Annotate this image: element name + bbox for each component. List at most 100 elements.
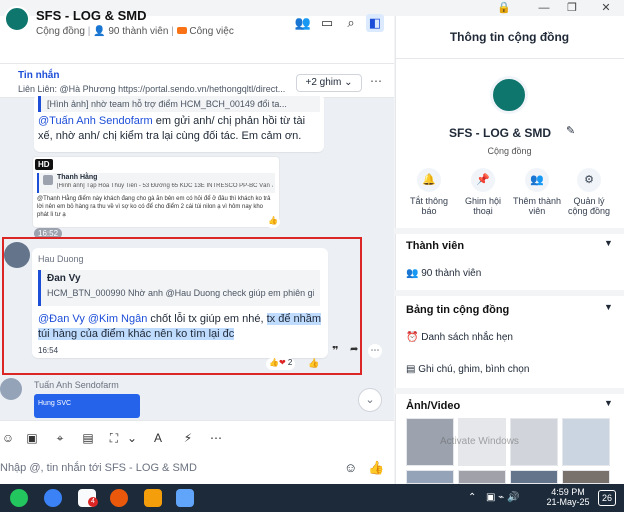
chevron-down-icon[interactable]: ⌄ xyxy=(124,430,140,446)
chevron-down-icon[interactable]: ▼ xyxy=(604,398,613,408)
reaction-count: 2 xyxy=(287,358,293,367)
add-member-icon: 👥 xyxy=(525,168,549,192)
clock-icon: ⏰ xyxy=(406,332,419,343)
like-icon[interactable]: 👍 xyxy=(266,216,280,228)
chat-subtitle: Cộng đồng | 👤 90 thành viên | Công việc xyxy=(36,26,234,37)
quote-reply-icon[interactable]: ❞ xyxy=(332,344,346,358)
media-thumbnail[interactable] xyxy=(458,470,506,484)
image-quote: Thanh Hằng [Hình ảnh] Tạp Hóa Thùy Tiên … xyxy=(37,173,275,193)
tray-chevron-icon[interactable]: ⌃ xyxy=(468,492,476,503)
members-link[interactable]: 👥 90 thành viên xyxy=(406,268,481,279)
preview-text: Hung SVC xyxy=(38,400,72,407)
community-avatar[interactable] xyxy=(490,76,528,114)
attachment-icon[interactable]: ⌖ xyxy=(52,430,68,446)
quoted-message[interactable]: Đan Vy HCM_BTN_000990 Nhờ anh @Hau Duong… xyxy=(38,270,320,306)
mute-notifications-button[interactable]: 🔔 Tắt thông báo xyxy=(404,168,454,216)
scroll-down-button[interactable]: ⌄ xyxy=(358,388,382,412)
lock-icon[interactable]: 🔒 xyxy=(490,0,518,16)
activation-watermark: Activate Windows xyxy=(440,436,519,447)
chevron-down-icon[interactable]: ▼ xyxy=(604,302,613,312)
quote-thumbnail xyxy=(43,175,53,185)
screenshot-icon[interactable]: ⛶ xyxy=(106,430,122,446)
quick-message-icon[interactable]: ⚡ xyxy=(180,430,196,446)
app-icon[interactable] xyxy=(144,489,162,507)
mention[interactable]: @Đan Vy @Kim Ngân xyxy=(38,313,147,325)
sender-avatar[interactable] xyxy=(0,378,22,400)
date: 21-May-25 xyxy=(546,497,590,507)
image-icon[interactable]: ▣ xyxy=(24,430,40,446)
chevron-down-icon: ⌄ xyxy=(344,77,353,88)
board-section-title[interactable]: Bảng tin cộng đồng xyxy=(406,304,509,316)
note-icon: ▤ xyxy=(406,364,416,375)
community-name: SFS - LOG & SMD xyxy=(449,126,551,140)
more-options-icon[interactable]: ⋯ xyxy=(370,74,382,88)
clock[interactable]: 4:59 PM 21-May-25 xyxy=(546,487,590,507)
pin-button-label: +2 ghim xyxy=(305,77,342,88)
work-label[interactable]: Công việc xyxy=(189,26,233,37)
like-icon: 👍 xyxy=(269,358,279,367)
search-icon[interactable]: ⌕ xyxy=(342,14,360,32)
media-thumbnail[interactable] xyxy=(406,470,454,484)
share-icon[interactable]: ➦ xyxy=(350,344,364,358)
media-thumbnail[interactable] xyxy=(562,418,610,466)
minimize-button[interactable]: — xyxy=(530,0,558,16)
quote-author: Đan Vy xyxy=(47,273,81,284)
app-icon[interactable] xyxy=(176,489,194,507)
app-icon[interactable] xyxy=(110,489,128,507)
members-count[interactable]: 90 thành viên xyxy=(108,26,168,37)
more-pins-button[interactable]: +2 ghim ⌄ xyxy=(296,74,362,92)
chrome-icon[interactable] xyxy=(10,489,28,507)
video-call-icon[interactable]: ▭ xyxy=(318,14,336,32)
tray-icons[interactable]: ▣ ⌁ 🔊 xyxy=(486,492,519,503)
add-member-icon[interactable]: 👥 xyxy=(294,14,312,32)
reminders-link[interactable]: ⏰ Danh sách nhắc hẹn xyxy=(406,332,513,343)
group-avatar[interactable] xyxy=(4,6,30,32)
quote-name: Thanh Hằng xyxy=(57,174,98,181)
restore-button[interactable]: ❐ xyxy=(558,0,586,16)
chevron-down-icon[interactable]: ▼ xyxy=(604,238,613,248)
media-section-title[interactable]: Ảnh/Video xyxy=(406,400,460,412)
notification-center[interactable]: 26 xyxy=(598,490,616,506)
action-label: Tắt thông báo xyxy=(409,196,449,216)
heart-icon: ❤ xyxy=(278,358,286,367)
more-actions-icon[interactable]: ⋯ xyxy=(368,344,382,358)
media-thumbnail[interactable] xyxy=(510,470,558,484)
toggle-info-panel-icon[interactable]: ◧ xyxy=(366,14,384,32)
hd-badge: HD xyxy=(35,159,53,170)
work-tag-icon xyxy=(176,27,187,34)
close-button[interactable]: ✕ xyxy=(592,0,620,16)
quote-text: HCM_BTN_000990 Nhờ anh @Hau Duong check … xyxy=(47,288,314,298)
message-bubble[interactable]: Hau Duong Đan Vy HCM_BTN_000990 Nhờ anh … xyxy=(32,248,328,358)
image-preview[interactable]: Hung SVC xyxy=(34,394,140,418)
message-text: @Đan Vy @Kim Ngân chốt lỗi tx giúp em nh… xyxy=(38,312,322,342)
sticker-icon[interactable]: ☺ xyxy=(0,430,16,446)
quote-text: [Hình ảnh] Tạp Hóa Thùy Tiên - 53 Đường … xyxy=(57,183,273,189)
manage-community-button[interactable]: ⚙ Quản lý cộng đồng xyxy=(564,168,614,216)
contact-card-icon[interactable]: ▤ xyxy=(80,430,96,446)
more-tools-icon[interactable]: ⋯ xyxy=(208,430,224,446)
image-text: @Thanh Hằng điểm này khách đang cho gà ă… xyxy=(37,196,271,218)
message-input[interactable]: Nhập @, tin nhắn tới SFS - LOG & SMD xyxy=(0,458,300,478)
reaction-summary[interactable]: 👍❤ 2 xyxy=(266,358,296,370)
add-member-button[interactable]: 👥 Thêm thành viên xyxy=(512,168,562,216)
members-icon: 👥 xyxy=(406,268,419,279)
pin-conversation-button[interactable]: 📌 Ghim hội thoại xyxy=(458,168,508,216)
app-icon[interactable] xyxy=(44,489,62,507)
members-icon: 👤 xyxy=(93,26,106,37)
reminders-label: Danh sách nhắc hẹn xyxy=(421,332,513,343)
media-thumbnail[interactable] xyxy=(562,470,610,484)
like-send-icon[interactable]: 👍 xyxy=(368,460,384,476)
quoted-message[interactable]: [Hình ảnh] nhờ team hỗ trợ điểm HCM_BCH_… xyxy=(38,96,320,112)
members-section-title[interactable]: Thành viên xyxy=(406,240,464,252)
image-message[interactable]: HD Thanh Hằng [Hình ảnh] Tạp Hóa Thùy Ti… xyxy=(32,156,280,228)
pin-text[interactable]: Liên Liên: @Hà Phương https://portal.sen… xyxy=(18,84,288,94)
edit-name-icon[interactable]: ✎ xyxy=(566,124,575,137)
format-text-icon[interactable]: A xyxy=(150,430,166,446)
sender-avatar[interactable] xyxy=(4,242,30,268)
message-bubble[interactable]: [Hình ảnh] nhờ team hỗ trợ điểm HCM_BCH_… xyxy=(34,94,324,152)
sender-name: Tuấn Anh Sendofarm xyxy=(34,380,119,390)
notes-link[interactable]: ▤ Ghi chú, ghim, bình chọn xyxy=(406,364,529,375)
add-reaction-icon[interactable]: 👍 xyxy=(308,358,319,369)
mention[interactable]: @Tuấn Anh Sendofarm xyxy=(38,115,153,127)
emoji-icon[interactable]: ☺ xyxy=(344,460,360,476)
